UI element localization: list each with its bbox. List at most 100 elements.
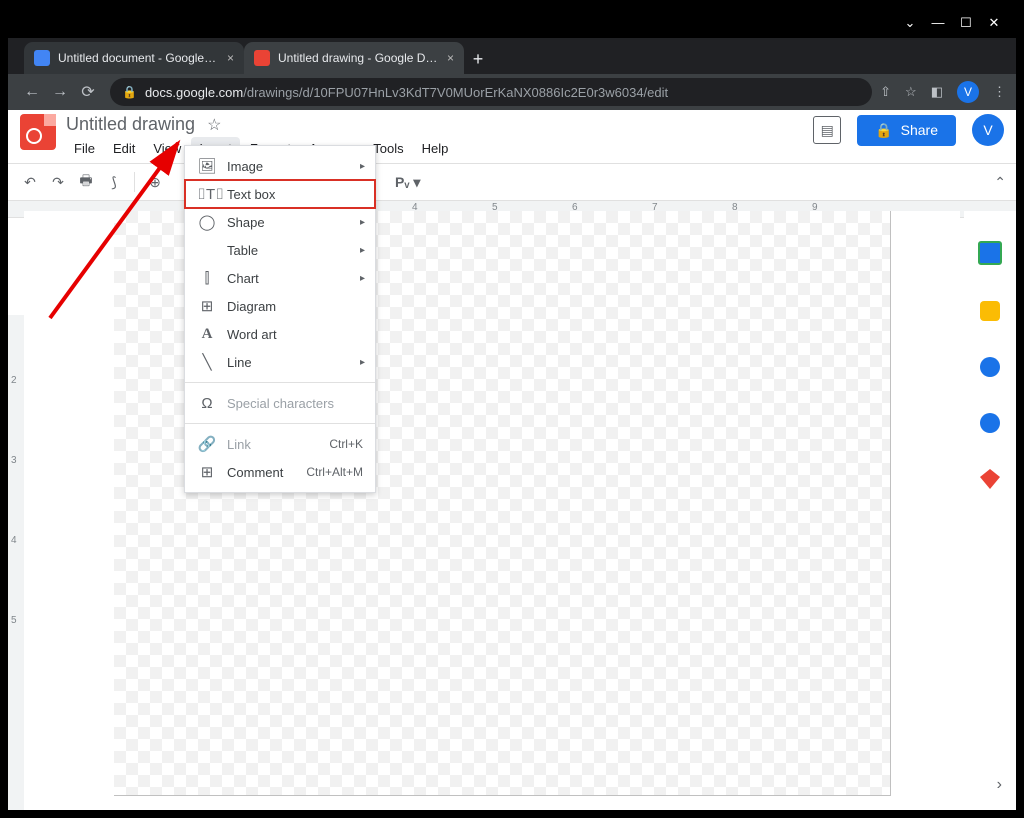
calendar-icon[interactable]	[978, 241, 1002, 265]
url-host: docs.google.com	[145, 85, 243, 100]
window-controls: ⌄ — ☐ ✕	[8, 8, 1016, 38]
side-panel	[964, 211, 1016, 810]
link-icon: 🔗	[197, 435, 217, 453]
special-characters-icon: Ω	[197, 395, 217, 412]
maps-icon[interactable]	[980, 469, 1000, 489]
browser-window: ⌄ — ☐ ✕ Untitled document - Google Docs …	[0, 0, 1024, 818]
submenu-arrow-icon: ▸	[360, 217, 365, 228]
menu-edit[interactable]: Edit	[105, 137, 143, 160]
show-side-panel-icon[interactable]: ›	[997, 776, 1002, 794]
line-icon: ╲	[197, 353, 217, 371]
text-box-icon: ⌷T⌷	[197, 186, 217, 203]
menu-label: Diagram	[227, 299, 276, 314]
submenu-arrow-icon: ▸	[360, 273, 365, 284]
menu-separator	[185, 382, 375, 383]
menu-help[interactable]: Help	[414, 137, 457, 160]
share-label: Share	[901, 122, 938, 138]
contacts-icon[interactable]	[980, 413, 1000, 433]
insert-comment[interactable]: ⊞ Comment Ctrl+Alt+M	[185, 458, 375, 486]
tab-title: Untitled document - Google Docs	[58, 51, 219, 65]
image-icon: 🖼	[197, 157, 217, 175]
window-close-icon[interactable]: ✕	[980, 8, 1008, 38]
browser-menu-icon[interactable]: ⋮	[993, 84, 1006, 100]
redo-button[interactable]: ↷	[46, 174, 70, 191]
tab-title: Untitled drawing - Google Drawings	[278, 51, 439, 65]
window-maximize-icon[interactable]: ☐	[952, 8, 980, 38]
back-button[interactable]: ←	[18, 83, 46, 101]
submenu-arrow-icon: ▸	[360, 161, 365, 172]
vertical-ruler[interactable]: 2 3 4 5	[8, 315, 25, 810]
separator	[134, 172, 135, 192]
word-art-icon: A	[197, 326, 217, 343]
menu-label: Line	[227, 355, 252, 370]
browser-tab-docs[interactable]: Untitled document - Google Docs ×	[24, 42, 244, 74]
ruler-mark: 3	[11, 455, 17, 466]
address-bar: ← → ⟳ 🔒 docs.google.com /drawings/d/10FP…	[8, 74, 1016, 110]
comment-icon: ⊞	[197, 463, 217, 481]
insert-shape[interactable]: ◯ Shape ▸	[185, 208, 375, 236]
collapse-toolbar-icon[interactable]: ⌃	[994, 174, 1006, 191]
lock-icon: 🔒	[875, 122, 892, 139]
keep-icon[interactable]	[980, 301, 1000, 321]
close-tab-icon[interactable]: ×	[447, 51, 454, 65]
chart-icon: ⫿	[197, 270, 217, 287]
drawings-favicon-icon	[254, 50, 270, 66]
insert-image[interactable]: 🖼 Image ▸	[185, 152, 375, 180]
reload-button[interactable]: ⟳	[74, 82, 102, 102]
bookmark-star-icon[interactable]: ☆	[905, 84, 917, 100]
diagram-icon: ⊞	[197, 297, 217, 315]
menu-label: Image	[227, 159, 263, 174]
menu-separator	[185, 423, 375, 424]
menu-shortcut: Ctrl+Alt+M	[306, 465, 363, 479]
forward-button[interactable]: →	[46, 83, 74, 101]
tasks-icon[interactable]	[980, 357, 1000, 377]
canvas-area	[24, 211, 960, 810]
drawings-logo-icon[interactable]	[20, 114, 56, 150]
insert-line[interactable]: ╲ Line ▸	[185, 348, 375, 376]
insert-text-box[interactable]: ⌷T⌷ Text box	[185, 180, 375, 208]
insert-diagram[interactable]: ⊞ Diagram	[185, 292, 375, 320]
submenu-arrow-icon: ▸	[360, 357, 365, 368]
document-name[interactable]: Untitled drawing	[66, 114, 195, 135]
ruler-mark: 2	[11, 375, 17, 386]
menu-label: Shape	[227, 215, 265, 230]
insert-special-characters: Ω Special characters	[185, 389, 375, 417]
window-dropdown-icon[interactable]: ⌄	[896, 8, 924, 38]
account-avatar[interactable]: V	[972, 114, 1004, 146]
print-button[interactable]: 🖶	[74, 170, 98, 194]
insert-chart[interactable]: ⫿ Chart ▸	[185, 264, 375, 292]
lock-icon: 🔒	[122, 85, 137, 99]
new-tab-button[interactable]: +	[464, 44, 492, 74]
fill-color-button[interactable]: Pᵥ ▾	[395, 174, 420, 191]
menu-label: Text box	[227, 187, 275, 202]
toolbar: ↶ ↷ 🖶 ⟆ ⊕ Pᵥ ▾ ⌃	[8, 163, 1016, 201]
google-drawings-app: Untitled drawing ☆ File Edit View Insert…	[8, 110, 1016, 810]
comment-history-icon[interactable]: ▤	[813, 116, 841, 144]
insert-menu-dropdown: 🖼 Image ▸ ⌷T⌷ Text box ◯ Shape ▸ Table ▸…	[184, 145, 376, 493]
menu-view[interactable]: View	[145, 137, 189, 160]
shape-icon: ◯	[197, 213, 217, 231]
browser-tab-drawings[interactable]: Untitled drawing - Google Drawings ×	[244, 42, 464, 74]
url-bar[interactable]: 🔒 docs.google.com /drawings/d/10FPU07HnL…	[110, 78, 872, 106]
insert-link: 🔗 Link Ctrl+K	[185, 430, 375, 458]
star-document-icon[interactable]: ☆	[207, 115, 221, 135]
insert-word-art[interactable]: A Word art	[185, 320, 375, 348]
window-minimize-icon[interactable]: —	[924, 8, 952, 38]
menu-label: Table	[227, 243, 258, 258]
undo-button[interactable]: ↶	[18, 174, 42, 191]
menu-label: Comment	[227, 465, 283, 480]
ruler-mark: 4	[11, 535, 17, 546]
menu-label: Word art	[227, 327, 277, 342]
paint-format-button[interactable]: ⟆	[102, 174, 126, 191]
extensions-icon[interactable]: ◧	[931, 84, 943, 100]
profile-avatar[interactable]: V	[957, 81, 979, 103]
share-url-icon[interactable]: ⇧	[880, 84, 891, 100]
zoom-button[interactable]: ⊕	[143, 174, 167, 191]
menu-label: Special characters	[227, 396, 334, 411]
menu-shortcut: Ctrl+K	[329, 437, 363, 451]
menu-file[interactable]: File	[66, 137, 103, 160]
tab-strip: Untitled document - Google Docs × Untitl…	[8, 38, 1016, 74]
share-button[interactable]: 🔒 Share	[857, 115, 956, 146]
close-tab-icon[interactable]: ×	[227, 51, 234, 65]
insert-table[interactable]: Table ▸	[185, 236, 375, 264]
